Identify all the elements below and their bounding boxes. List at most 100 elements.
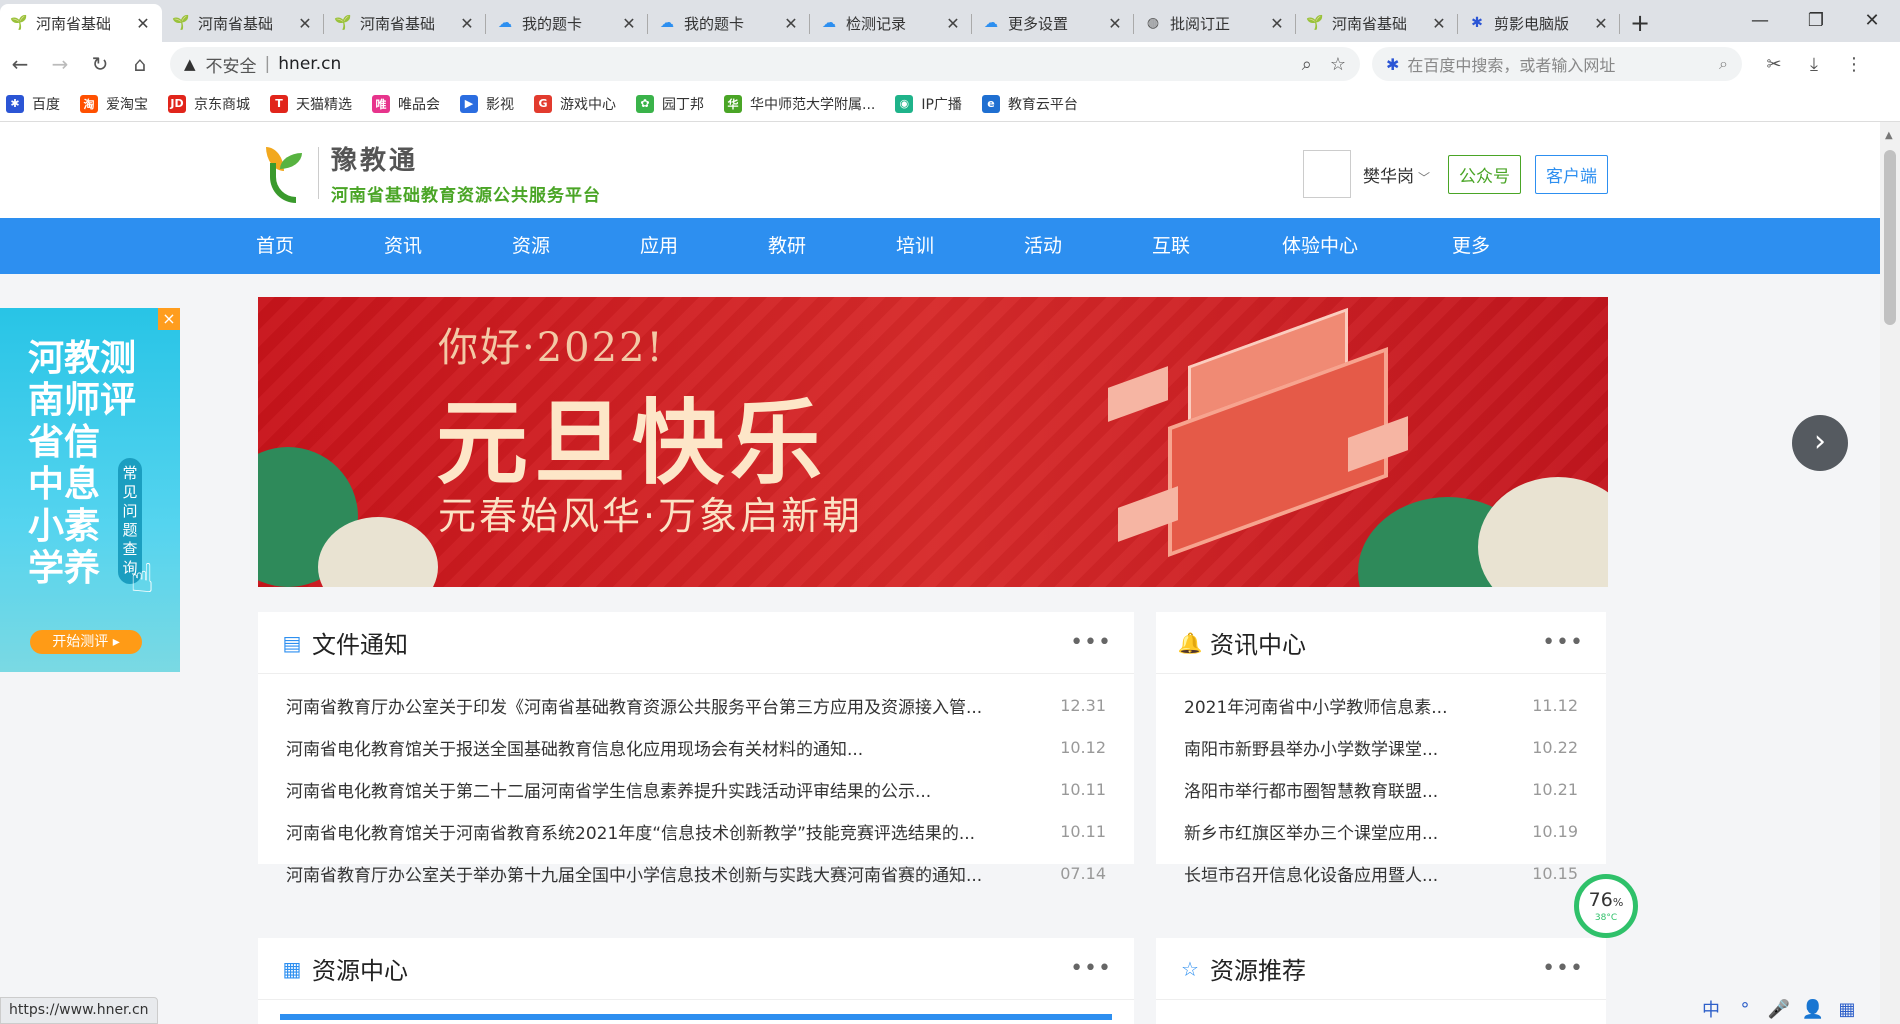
ime-punctuation-icon[interactable]: ° — [1728, 999, 1762, 1020]
list-item-title[interactable]: 新乡市红旗区举办三个课堂应用... — [1184, 819, 1518, 844]
bookmark-item[interactable]: ▶ 影视 — [460, 94, 514, 114]
side-ad[interactable]: × 河教测 南师评 省信 中息 小素 学养 常见问题查询 ☝ 开始测评 ▸ — [0, 308, 180, 672]
browser-tab[interactable]: 🌱 河南省基础 ✕ — [1296, 4, 1458, 42]
close-tab-icon[interactable]: ✕ — [1268, 14, 1286, 33]
official-account-button[interactable]: 公众号 — [1448, 154, 1521, 194]
back-icon[interactable]: ← — [0, 44, 40, 84]
list-item-title[interactable]: 2021年河南省中小学教师信息素... — [1184, 693, 1518, 718]
grid-icon[interactable]: ▦ — [1830, 999, 1864, 1020]
scroll-thumb[interactable] — [1884, 150, 1896, 325]
menu-icon[interactable]: ⋮ — [1834, 47, 1874, 81]
warning-icon[interactable]: ▲ — [184, 55, 196, 73]
list-item[interactable]: 洛阳市举行都市圈智慧教育联盟... 10.21 — [1184, 768, 1578, 810]
bookmark-item[interactable]: e 教育云平台 — [981, 94, 1078, 114]
nav-item[interactable]: 体验中心 — [1282, 218, 1358, 274]
search-box[interactable]: ✱ 在百度中搜索，或者输入网址 ⌕ — [1372, 47, 1742, 81]
carousel-next-icon[interactable]: › — [1792, 415, 1848, 471]
address-bar[interactable]: ▲ 不安全 | hner.cn ⌕ ☆ — [170, 47, 1360, 81]
browser-tab[interactable]: 🌱 河南省基础 ✕ — [162, 4, 324, 42]
nav-item[interactable]: 互联 — [1152, 218, 1190, 274]
list-item-title[interactable]: 河南省电化教育馆关于第二十二届河南省学生信息素养提升实践活动评审结果的公示... — [286, 777, 1046, 802]
cpu-gauge-widget[interactable]: 76% 38°C — [1574, 874, 1638, 938]
search-placeholder[interactable]: 在百度中搜索，或者输入网址 — [1407, 52, 1719, 76]
list-item[interactable]: 河南省电化教育馆关于报送全国基础教育信息化应用现场会有关材料的通知... 10.1… — [286, 726, 1106, 768]
nav-item[interactable]: 教研 — [768, 218, 806, 274]
list-item[interactable]: 长垣市召开信息化设备应用暨人... 10.15 — [1184, 852, 1578, 894]
bookmark-item[interactable]: G 游戏中心 — [534, 94, 616, 114]
list-item[interactable]: 河南省电化教育馆关于第二十二届河南省学生信息素养提升实践活动评审结果的公示...… — [286, 768, 1106, 810]
more-icon[interactable]: ••• — [1542, 956, 1584, 981]
list-item-title[interactable]: 河南省教育厅办公室关于举办第十九届全国中小学信息技术创新与实践大赛河南省赛的通知… — [286, 861, 1046, 886]
start-test-button[interactable]: 开始测评 ▸ — [30, 630, 142, 654]
bookmark-item[interactable]: 淘爱淘宝 — [80, 94, 148, 114]
scroll-up-icon[interactable]: ▲ — [1885, 130, 1893, 141]
ime-chinese-icon[interactable]: 中 — [1694, 996, 1728, 1022]
nav-item[interactable]: 活动 — [1024, 218, 1062, 274]
site-logo[interactable]: 豫教通 河南省基础教育资源公共服务平台 — [256, 140, 601, 206]
close-tab-icon[interactable]: ✕ — [1106, 14, 1124, 33]
list-item-title[interactable]: 南阳市新野县举办小学数学课堂... — [1184, 735, 1518, 760]
browser-tab[interactable]: ✱ 剪影电脑版 ✕ — [1458, 4, 1620, 42]
avatar[interactable] — [1302, 150, 1351, 198]
close-tab-icon[interactable]: ✕ — [134, 14, 152, 33]
user-icon[interactable]: 👤 — [1796, 999, 1830, 1020]
list-item[interactable]: 河南省教育厅办公室关于印发《河南省基础教育资源公共服务平台第三方应用及资源接入管… — [286, 684, 1106, 726]
minimize-icon[interactable]: — — [1732, 0, 1788, 40]
more-icon[interactable]: ••• — [1070, 630, 1112, 655]
close-window-icon[interactable]: ✕ — [1844, 0, 1900, 40]
home-icon[interactable]: ⌂ — [120, 44, 160, 84]
more-icon[interactable]: ••• — [1070, 956, 1112, 981]
browser-tab[interactable]: 🌱 河南省基础 ✕ — [0, 4, 162, 42]
browser-tab[interactable]: 🌱 河南省基础 ✕ — [324, 4, 486, 42]
reload-icon[interactable]: ↻ — [80, 44, 120, 84]
list-item[interactable]: 南阳市新野县举办小学数学课堂... 10.22 — [1184, 726, 1578, 768]
bookmark-item[interactable]: ✱ 百度 — [6, 94, 60, 114]
bookmark-item[interactable]: 华华中师范大学附属... — [724, 94, 875, 114]
bookmark-item[interactable]: JD 京东商城 — [168, 94, 250, 114]
browser-tab[interactable]: ☁ 我的题卡 ✕ — [648, 4, 810, 42]
hero-banner[interactable]: 你好·2022! 元旦快乐 元春始风华·万象启新朝 — [258, 297, 1608, 587]
bookmark-item[interactable]: ◉ IP广播 — [895, 94, 962, 114]
close-tab-icon[interactable]: ✕ — [1592, 14, 1610, 33]
close-icon[interactable]: × — [158, 308, 180, 330]
download-icon[interactable]: ⤓ — [1794, 47, 1834, 81]
close-tab-icon[interactable]: ✕ — [782, 14, 800, 33]
browser-tab[interactable]: ☁ 我的题卡 ✕ — [486, 4, 648, 42]
list-item-title[interactable]: 长垣市召开信息化设备应用暨人... — [1184, 861, 1518, 886]
nav-item[interactable]: 首页 — [256, 218, 294, 274]
nav-item[interactable]: 更多 — [1452, 218, 1490, 274]
user-menu[interactable]: 樊华岗 ﹀ — [1363, 162, 1430, 187]
list-item[interactable]: 2021年河南省中小学教师信息素... 11.12 — [1184, 684, 1578, 726]
bookmark-item[interactable]: ✿ 园丁邦 — [636, 94, 704, 114]
client-button[interactable]: 客户端 — [1535, 154, 1608, 194]
more-icon[interactable]: ••• — [1542, 630, 1584, 655]
list-item[interactable]: 河南省教育厅办公室关于举办第十九届全国中小学信息技术创新与实践大赛河南省赛的通知… — [286, 852, 1106, 894]
list-item-title[interactable]: 洛阳市举行都市圈智慧教育联盟... — [1184, 777, 1518, 802]
scissors-icon[interactable]: ✂ — [1754, 47, 1794, 81]
nav-item[interactable]: 资源 — [512, 218, 550, 274]
list-item[interactable]: 河南省电化教育馆关于河南省教育系统2021年度“信息技术创新教学”技能竞赛评选结… — [286, 810, 1106, 852]
nav-item[interactable]: 资讯 — [384, 218, 422, 274]
list-item-title[interactable]: 河南省电化教育馆关于河南省教育系统2021年度“信息技术创新教学”技能竞赛评选结… — [286, 819, 1046, 844]
forward-icon[interactable]: → — [40, 44, 80, 84]
list-item-title[interactable]: 河南省电化教育馆关于报送全国基础教育信息化应用现场会有关材料的通知... — [286, 735, 1046, 760]
new-tab-icon[interactable]: + — [1620, 4, 1660, 42]
browser-tab[interactable]: ☁ 更多设置 ✕ — [972, 4, 1134, 42]
nav-item[interactable]: 应用 — [640, 218, 678, 274]
list-item-title[interactable]: 河南省教育厅办公室关于印发《河南省基础教育资源公共服务平台第三方应用及资源接入管… — [286, 693, 1046, 718]
close-tab-icon[interactable]: ✕ — [1430, 14, 1448, 33]
microphone-icon[interactable]: 🎤 — [1762, 999, 1796, 1020]
restore-icon[interactable]: ❐ — [1788, 0, 1844, 40]
list-item[interactable]: 新乡市红旗区举办三个课堂应用... 10.19 — [1184, 810, 1578, 852]
url-text[interactable]: hner.cn — [278, 54, 1283, 74]
nav-item[interactable]: 培训 — [896, 218, 934, 274]
zoom-icon[interactable]: ⌕ — [1302, 54, 1312, 75]
bookmark-item[interactable]: 唯唯品会 — [372, 94, 440, 114]
bookmark-star-icon[interactable]: ☆ — [1330, 54, 1346, 75]
close-tab-icon[interactable]: ✕ — [458, 14, 476, 33]
close-tab-icon[interactable]: ✕ — [944, 14, 962, 33]
close-tab-icon[interactable]: ✕ — [296, 14, 314, 33]
close-tab-icon[interactable]: ✕ — [620, 14, 638, 33]
bookmark-item[interactable]: T 天猫精选 — [270, 94, 352, 114]
search-icon[interactable]: ⌕ — [1719, 54, 1728, 74]
